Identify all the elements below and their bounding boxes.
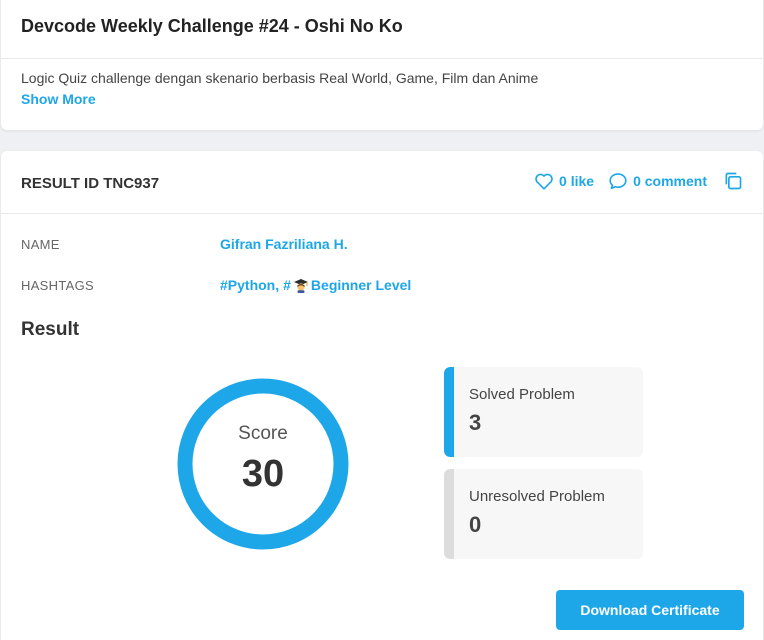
unresolved-indicator-bar bbox=[444, 469, 454, 559]
download-certificate-button[interactable]: Download Certificate bbox=[556, 590, 744, 630]
solved-problem-card: Solved Problem 3 bbox=[444, 367, 643, 457]
unresolved-problem-card: Unresolved Problem 0 bbox=[444, 469, 643, 559]
unresolved-problem-value: 0 bbox=[469, 512, 482, 537]
comment-count: 0 comment bbox=[633, 173, 707, 189]
divider bbox=[1, 58, 763, 59]
hashtags-value: #Python, # Beginner Level bbox=[220, 277, 411, 293]
solved-problem-label: Solved Problem bbox=[469, 386, 575, 403]
hashtag-beginner-level[interactable]: Beginner Level bbox=[311, 277, 411, 293]
score-value: 30 bbox=[241, 453, 285, 495]
name-label: NAME bbox=[21, 237, 60, 252]
heart-icon bbox=[535, 173, 553, 190]
result-card: RESULT ID TNC937 0 like 0 comment NAME G… bbox=[1, 151, 763, 640]
hashtag-python[interactable]: #Python, bbox=[220, 277, 279, 293]
solved-indicator-bar bbox=[444, 367, 454, 457]
challenge-title: Devcode Weekly Challenge #24 - Oshi No K… bbox=[21, 16, 403, 36]
like-button[interactable]: 0 like bbox=[534, 172, 594, 190]
score-label: Score bbox=[238, 423, 288, 444]
hashtags-label: HASHTAGS bbox=[21, 278, 94, 293]
name-value[interactable]: Gifran Fazriliana H. bbox=[220, 236, 348, 252]
like-count: 0 like bbox=[559, 173, 595, 189]
graduate-emoji-icon bbox=[293, 279, 308, 293]
copy-icon bbox=[725, 172, 742, 190]
copy-button[interactable] bbox=[723, 171, 743, 191]
comment-bubble-icon bbox=[609, 173, 627, 190]
result-actions: 0 like 0 comment bbox=[534, 171, 743, 191]
result-heading: Result bbox=[21, 319, 80, 340]
unresolved-problem-label: Unresolved Problem bbox=[469, 488, 605, 505]
solved-problem-value: 3 bbox=[469, 410, 482, 435]
comment-button[interactable]: 0 comment bbox=[608, 172, 707, 190]
challenge-card: Devcode Weekly Challenge #24 - Oshi No K… bbox=[1, 0, 763, 130]
show-more-link[interactable]: Show More bbox=[21, 91, 96, 107]
result-id-title: RESULT ID TNC937 bbox=[21, 175, 160, 192]
hashtag-prefix: # bbox=[283, 277, 291, 293]
divider bbox=[1, 213, 763, 214]
challenge-description: Logic Quiz challenge dengan skenario ber… bbox=[21, 70, 539, 86]
